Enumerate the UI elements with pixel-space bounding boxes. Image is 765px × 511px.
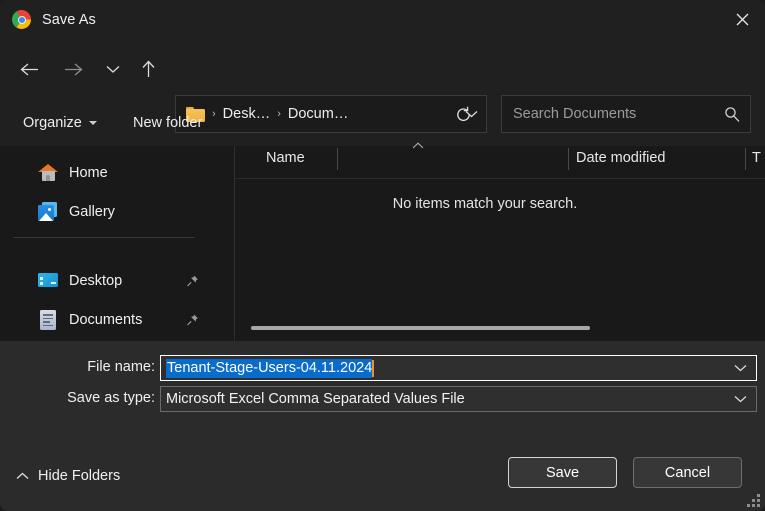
- file-list: Name Date modified T No items match your…: [235, 142, 765, 341]
- save-as-dialog: Save As › Desk… › Docum… Search Document…: [0, 0, 765, 511]
- header-underline: [235, 178, 765, 179]
- documents-icon: [38, 310, 58, 330]
- resize-grip[interactable]: [747, 494, 760, 507]
- hide-folders-button[interactable]: Hide Folders: [16, 464, 120, 488]
- gallery-icon: [38, 202, 58, 222]
- forward-arrow-icon: [64, 63, 83, 75]
- up-button[interactable]: [131, 51, 165, 87]
- column-header-date-modified[interactable]: Date modified: [576, 150, 665, 166]
- close-icon: [736, 13, 748, 26]
- sidebar-item-home[interactable]: Home: [0, 156, 229, 190]
- content-area: Home Gallery Desktop Documents Name Date…: [0, 142, 765, 341]
- desktop-icon: [38, 271, 58, 291]
- sort-ascending-icon: [411, 141, 425, 150]
- sidebar-item-label: Gallery: [69, 204, 115, 220]
- window-title: Save As: [42, 11, 96, 28]
- back-arrow-icon: [19, 63, 38, 75]
- chevron-down-icon: [734, 396, 747, 403]
- sidebar-item-label: Desktop: [69, 273, 123, 289]
- file-name-label: File name:: [87, 359, 155, 375]
- close-button[interactable]: [719, 0, 765, 39]
- sidebar-item-gallery[interactable]: Gallery: [0, 195, 229, 229]
- back-button[interactable]: [12, 51, 46, 87]
- cancel-button[interactable]: Cancel: [633, 457, 742, 488]
- chevron-down-icon: [734, 365, 747, 372]
- organize-button[interactable]: Organize: [14, 106, 106, 139]
- save-label: Save: [545, 464, 580, 481]
- up-arrow-icon: [142, 60, 154, 77]
- chrome-icon: [12, 10, 31, 29]
- sidebar-item-desktop[interactable]: Desktop: [0, 264, 229, 298]
- cancel-label: Cancel: [664, 464, 711, 481]
- file-name-dropdown-button[interactable]: [734, 364, 747, 372]
- sidebar-scrollbar[interactable]: [213, 146, 218, 341]
- new-folder-label: New folder: [133, 114, 203, 131]
- chevron-down-icon: [106, 65, 120, 73]
- form-area: File name: Tenant-Stage-Users-04.11.2024…: [0, 341, 765, 446]
- save-as-type-value: Microsoft Excel Comma Separated Values F…: [166, 391, 465, 407]
- file-list-horizontal-scrollbar[interactable]: [251, 326, 590, 330]
- title-bar: Save As: [0, 0, 765, 39]
- empty-state-message: No items match your search.: [392, 196, 578, 212]
- sidebar-item-label: Home: [69, 165, 108, 181]
- save-button[interactable]: Save: [508, 457, 617, 488]
- chevron-up-icon: [16, 472, 29, 480]
- sidebar-divider: [13, 237, 195, 238]
- hide-folders-label: Hide Folders: [38, 468, 121, 484]
- column-header-name[interactable]: Name: [266, 150, 305, 166]
- forward-button[interactable]: [56, 51, 90, 87]
- home-icon: [38, 163, 58, 183]
- save-as-type-dropdown-button[interactable]: [734, 395, 747, 403]
- text-cursor: [372, 359, 374, 377]
- pin-icon[interactable]: [186, 314, 199, 327]
- chevron-down-icon: [88, 120, 97, 125]
- pin-icon[interactable]: [186, 275, 199, 288]
- sidebar-item-label: Documents: [69, 312, 143, 328]
- save-as-type-field[interactable]: Microsoft Excel Comma Separated Values F…: [160, 386, 757, 412]
- organize-label: Organize: [23, 114, 82, 131]
- column-header-type[interactable]: T: [752, 150, 761, 166]
- command-bar: Organize New folder ?: [0, 100, 765, 234]
- file-name-input[interactable]: Tenant-Stage-Users-04.11.2024: [166, 358, 373, 378]
- recent-locations-button[interactable]: [96, 51, 130, 87]
- file-name-field[interactable]: Tenant-Stage-Users-04.11.2024: [160, 355, 757, 381]
- save-as-type-label: Save as type:: [67, 390, 155, 406]
- new-folder-button[interactable]: New folder: [124, 106, 211, 139]
- sidebar-item-documents[interactable]: Documents: [0, 303, 229, 337]
- navigation-bar: › Desk… › Docum… Search Documents: [0, 44, 765, 133]
- navigation-sidebar: Home Gallery Desktop Documents: [0, 146, 229, 341]
